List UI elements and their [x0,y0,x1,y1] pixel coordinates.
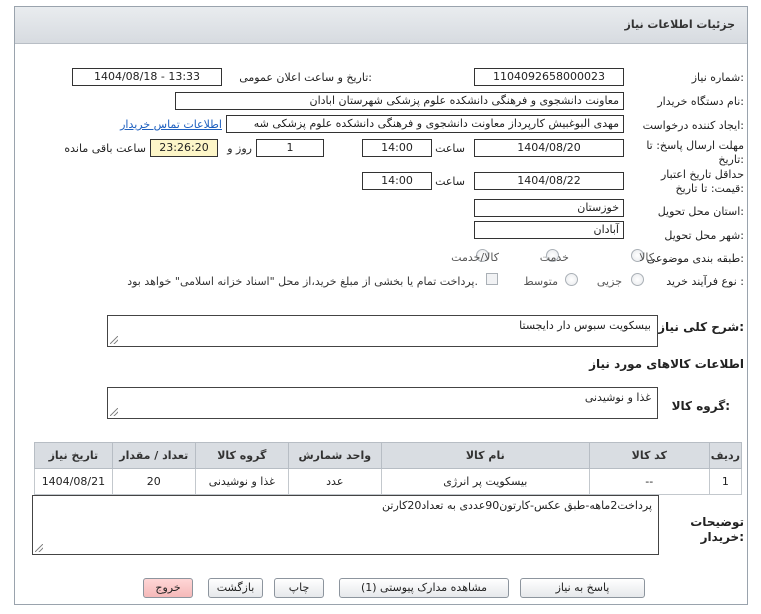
deadline-label-line1: مهلت ارسال پاسخ: تا [646,139,744,152]
process-radio-minor[interactable] [631,273,644,286]
reply-button[interactable]: پاسخ به نیاز [520,578,645,598]
buyer-notes-field: پرداخت2ماهه-طبق عکس-کارتون90عددی به تعدا… [32,495,659,555]
process-option-medium: متوسط [523,275,558,288]
city-label: شهر محل تحویل: [664,229,744,242]
city-field: آبادان [474,221,624,239]
category-label: طبقه بندی موضوعی: [646,252,744,265]
table-header-row: ردیف کد کالا نام کالا واحد شمارش گروه کا… [34,442,743,469]
goods-group-text: غذا و نوشیدنی [584,391,651,404]
col-header-quantity: تعداد / مقدار [111,442,196,469]
province-label: استان محل تحویل: [657,205,744,218]
validity-time-label: ساعت [435,175,465,188]
need-number-field: 1104092658000023 [474,68,624,86]
validity-label-line1: حداقل تاریخ اعتبار [660,168,744,181]
back-button[interactable]: بازگشت [208,578,263,598]
print-button[interactable]: چاپ [274,578,324,598]
buyer-contact-link[interactable]: اطلاعات تماس خریدار [120,118,222,131]
col-header-unit: واحد شمارش [287,442,382,469]
deadline-time-label: ساعت [435,142,465,155]
validity-time-field: 14:00 [362,172,432,190]
remaining-time-label: ساعت باقی مانده [64,142,146,155]
remaining-time-field: 23:26:20 [150,139,218,157]
cell-quantity: 20 [111,468,196,495]
process-label: نوع فرآیند خرید : [666,275,744,288]
buyer-notes-text: پرداخت2ماهه-طبق عکس-کارتون90عددی به تعدا… [382,499,652,512]
validity-label-line2: قیمت: تا تاریخ: [675,182,744,195]
goods-info-heading: اطلاعات کالاهای مورد نیاز [589,357,744,371]
cell-name: بیسکویت پر انرژی [380,468,590,495]
buyer-field: معاونت دانشجوی و فرهنگی دانشکده علوم پزش… [175,92,624,110]
deadline-time-field: 14:00 [362,139,432,157]
announce-field: 1404/08/18 - 13:33 [72,68,222,86]
panel-title: جزئیات اطلاعات نیاز [624,18,736,31]
need-number-label: شماره نیاز: [691,71,744,84]
resize-grip-icon[interactable] [110,336,118,344]
goods-table: ردیف کد کالا نام کالا واحد شمارش گروه کا… [34,442,743,495]
province-field: خوزستان [474,199,624,217]
resize-grip-icon[interactable] [110,408,118,416]
deadline-days-field: 1 [256,139,324,157]
deadline-label-line2: تاریخ: [718,153,744,166]
col-header-row-num: ردیف [708,442,743,469]
exit-button[interactable]: خروج [143,578,193,598]
cell-row-num: 1 [708,468,743,495]
category-option-goods: کالا [639,251,654,264]
summary-field: بیسکویت سبوس دار دایجستا [107,315,658,347]
summary-label: شرح کلی نیاز: [658,320,744,334]
goods-group-field: غذا و نوشیدنی [107,387,658,419]
process-radio-medium[interactable] [565,273,578,286]
treasury-checkbox-label: پرداخت تمام یا بخشی از مبلغ خرید،از محل … [127,275,478,288]
category-option-service: خدمت [539,251,569,264]
requester-field: مهدی البوغبیش کارپرداز معاونت دانشجوی و … [226,115,624,133]
buyer-notes-label-line1: توضیحات [690,515,744,529]
announce-label: تاریخ و ساعت اعلان عمومی: [239,71,372,84]
process-option-minor: جزیی [596,275,622,288]
table-row[interactable]: 1 -- بیسکویت پر انرژی عدد غذا و نوشیدنی … [34,468,743,495]
cell-group: غذا و نوشیدنی [194,468,289,495]
resize-grip-icon[interactable] [35,544,43,552]
col-header-code: کد کالا [588,442,710,469]
treasury-checkbox[interactable] [486,273,498,285]
buyer-notes-label-line2: خریدار: [700,530,744,544]
summary-text: بیسکویت سبوس دار دایجستا [519,319,651,332]
cell-need-date: 1404/08/21 [34,468,113,495]
col-header-name: نام کالا [380,442,590,469]
col-header-group: گروه کالا [194,442,289,469]
panel-header: جزئیات اطلاعات نیاز [15,7,747,44]
deadline-days-label: روز و [227,142,252,155]
cell-code: -- [588,468,710,495]
requester-label: ایجاد کننده درخواست: [642,119,744,132]
validity-date-field: 1404/08/22 [474,172,624,190]
buyer-label: نام دستگاه خریدار: [657,95,744,108]
view-attachments-button[interactable]: مشاهده مدارک پیوستی (1) [339,578,509,598]
cell-unit: عدد [287,468,382,495]
category-option-goods-service: کالا/خدمت [451,251,499,264]
goods-group-label: گروه کالا: [671,399,730,413]
deadline-date-field: 1404/08/20 [474,139,624,157]
col-header-need-date: تاریخ نیاز [34,442,113,469]
